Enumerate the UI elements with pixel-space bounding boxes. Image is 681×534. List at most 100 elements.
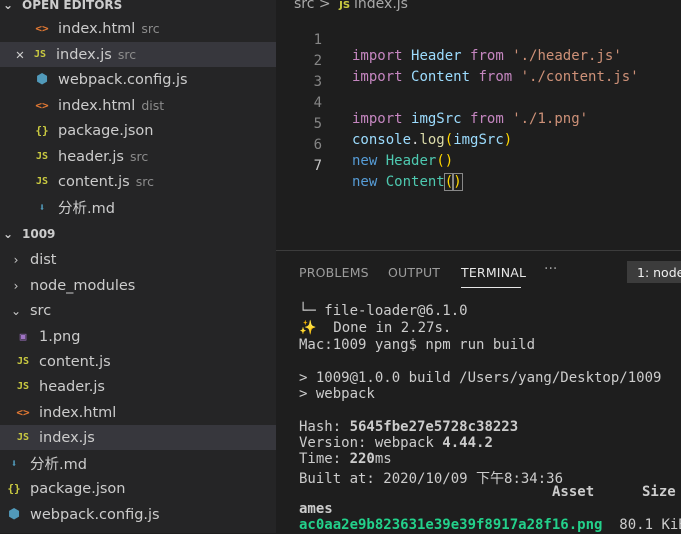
tree-file[interactable]: ▣ 1.png	[0, 324, 276, 349]
terminal-line: Built at: 2020/10/09 下午8:34:36	[299, 468, 563, 488]
js-file-icon: JS	[33, 49, 47, 60]
open-editor-item[interactable]: {} package.json	[0, 118, 276, 143]
open-editor-desc: src	[141, 21, 160, 36]
code-line[interactable]: 5 console.log(imgSrc)	[276, 100, 681, 148]
tree-item-label: 分析.md	[30, 457, 87, 473]
markdown-file-icon: ⬇	[10, 457, 18, 470]
tree-file-selected[interactable]: JS index.js	[0, 425, 276, 450]
open-editor-desc: src	[129, 149, 149, 164]
tree-item-label: src	[30, 302, 52, 319]
open-editor-name: package.json	[58, 122, 154, 139]
tree-file[interactable]: <> index.html	[0, 400, 276, 425]
tree-file[interactable]: ⬇ 分析.md	[0, 451, 276, 476]
chevron-right-icon: ›	[13, 252, 19, 267]
json-file-icon: {}	[7, 482, 21, 495]
tab-terminal[interactable]: TERMINAL	[461, 265, 526, 280]
tree-folder-node-modules[interactable]: › node_modules	[0, 273, 276, 298]
open-editor-desc: src	[135, 174, 154, 189]
bracket-highlight: )	[452, 173, 463, 191]
hash-label: Hash:	[299, 419, 350, 435]
breadcrumb-separator: >	[318, 0, 331, 12]
open-editor-item[interactable]: <> index.html dist	[0, 93, 276, 118]
hash-value: 5645fbe27e5728c38223	[349, 419, 519, 435]
tree-item-label: webpack.config.js	[30, 506, 160, 523]
webpack-icon: ⬢	[36, 72, 48, 87]
tree-file[interactable]: JS header.js	[0, 374, 276, 399]
terminal-text: Done in 2.27s.	[316, 320, 452, 336]
tab-output[interactable]: OUTPUT	[388, 265, 440, 280]
html-file-icon: <>	[35, 99, 49, 112]
terminal-line: ac0aa2e9b823631e39e39f8917a28f16.png 80.…	[299, 517, 681, 533]
column-size: Size	[642, 484, 676, 500]
chevron-down-icon: ⌄	[10, 303, 22, 318]
tab-problems[interactable]: PROBLEMS	[299, 265, 369, 280]
code-editor[interactable]: src > JS index.js 1 import Header from '.…	[276, 0, 681, 250]
terminal-line: > 1009@1.0.0 build /Users/yang/Desktop/1…	[299, 370, 662, 386]
terminal-line: Hash: 5645fbe27e5728c38223	[299, 419, 518, 435]
terminal-line: > webpack	[299, 386, 375, 402]
code-line[interactable]: 3	[276, 58, 681, 90]
code-line-current[interactable]: 7 new Content()	[276, 142, 681, 191]
js-file-icon: JS	[35, 151, 49, 162]
chevron-down-icon: ⌄	[2, 0, 14, 12]
code-line[interactable]: 1 import Header from './header.js'	[276, 16, 681, 64]
tree-file[interactable]: ⬢ webpack.config.js	[0, 502, 276, 527]
time-label: Time:	[299, 451, 350, 467]
open-editor-name: index.js	[56, 46, 112, 63]
time-value: 220	[349, 451, 375, 467]
close-icon[interactable]: ✕	[12, 47, 28, 63]
open-editors-title: OPEN EDITORS	[22, 0, 123, 12]
code-line[interactable]: 2 import Content from './content.js'	[276, 37, 681, 85]
terminal-line: Time: 220ms	[299, 451, 392, 467]
more-actions-icon[interactable]: ···	[544, 261, 557, 277]
open-editor-name: header.js	[58, 148, 124, 165]
open-editor-item[interactable]: <> index.html src	[0, 16, 276, 41]
open-editors-header[interactable]: ⌄ OPEN EDITORS	[0, 0, 276, 16]
open-editor-name: index.html	[58, 97, 136, 114]
tree-folder-src[interactable]: ⌄ src	[0, 298, 276, 323]
chevron-down-icon: ⌄	[2, 227, 14, 241]
folder-title: 1009	[22, 227, 56, 241]
asset-size: 80.1 KiB	[619, 517, 681, 533]
json-file-icon: {}	[35, 124, 49, 137]
code-line[interactable]: 6 new Header()	[276, 121, 681, 169]
open-editor-name: index.html	[58, 20, 136, 37]
breadcrumb-file[interactable]: index.js	[354, 0, 408, 12]
open-editor-item-active[interactable]: ✕ JS index.js src	[0, 42, 276, 67]
html-file-icon: <>	[16, 406, 30, 419]
open-editor-item[interactable]: ⬢ webpack.config.js	[0, 67, 276, 92]
breadcrumb: src > JS index.js	[294, 0, 408, 12]
webpack-icon: ⬢	[8, 507, 20, 522]
built-label: Built at:	[299, 471, 384, 487]
js-file-icon: JS	[16, 432, 30, 443]
terminal-line: └─ file-loader@6.1.0	[299, 303, 468, 319]
tree-item-label: index.js	[39, 429, 95, 446]
js-file-icon: JS	[339, 0, 351, 11]
open-editor-desc: dist	[141, 98, 165, 113]
open-editor-item[interactable]: JS header.js src	[0, 144, 276, 169]
tree-folder-dist[interactable]: › dist	[0, 247, 276, 272]
tree-item-label: index.html	[39, 404, 117, 421]
terminal-line: Mac:1009 yang$ npm run build	[299, 337, 536, 353]
tree-item-label: node_modules	[30, 277, 136, 294]
version-value: 4.44.2	[442, 435, 493, 451]
open-editor-item[interactable]: JS content.js src	[0, 169, 276, 194]
column-asset: Asset	[552, 484, 595, 500]
tree-item-label: header.js	[39, 378, 105, 395]
folder-header[interactable]: ⌄ 1009	[0, 223, 276, 245]
version-label: Version: webpack	[299, 435, 443, 451]
tree-file[interactable]: {} package.json	[0, 476, 276, 501]
breadcrumb-folder[interactable]: src	[294, 0, 314, 12]
tree-file[interactable]: JS content.js	[0, 349, 276, 374]
tree-item-label: content.js	[39, 353, 111, 370]
class-name: Content	[385, 174, 445, 190]
image-file-icon: ▣	[19, 330, 27, 343]
html-file-icon: <>	[35, 22, 49, 35]
line-number: 7	[313, 158, 322, 174]
bottom-panel: PROBLEMS OUTPUT TERMINAL ··· 1: node └─ …	[276, 250, 681, 534]
markdown-file-icon: ⬇	[38, 201, 46, 214]
terminal-line: Version: webpack 4.44.2	[299, 435, 493, 451]
terminal-select[interactable]: 1: node	[627, 261, 681, 283]
code-line[interactable]: 4 import imgSrc from './1.png'	[276, 79, 681, 127]
open-editor-item[interactable]: ⬇ 分析.md	[0, 195, 276, 220]
